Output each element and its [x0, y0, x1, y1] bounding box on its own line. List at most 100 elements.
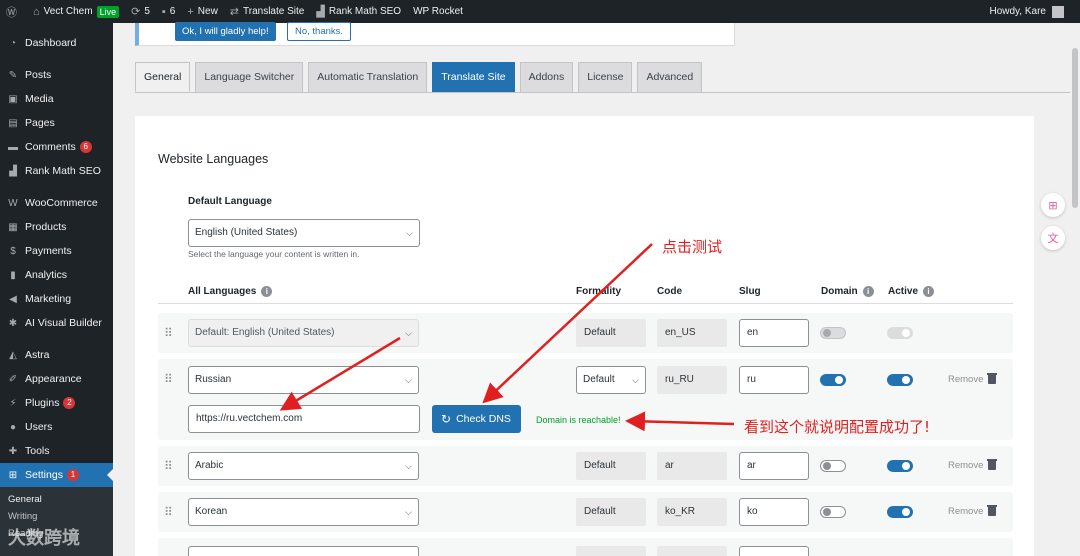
language-select[interactable]: Russian ⌵ [188, 366, 419, 394]
no-thanks-button[interactable]: No, thanks. [287, 22, 352, 41]
tab-translate-site[interactable]: Translate Site [432, 62, 515, 92]
updates-link[interactable]: ⟳ 5 [125, 0, 156, 23]
remove-button[interactable]: Remove [948, 459, 998, 471]
language-select[interactable] [188, 546, 419, 556]
chevron-down-icon: ⌵ [632, 375, 639, 385]
check-dns-button[interactable]: ↻ Check DNS [432, 405, 521, 433]
live-badge: Live [96, 5, 120, 18]
info-icon[interactable]: i [862, 286, 874, 297]
drag-handle-icon[interactable]: ⠿ [164, 459, 173, 473]
trash-icon [987, 459, 998, 470]
tab-language-switcher[interactable]: Language Switcher [195, 62, 304, 92]
all-languages-header: All Languages i [188, 286, 273, 297]
wordpress-logo[interactable]: Ⓦ [0, 0, 27, 23]
submenu-general[interactable]: General [0, 491, 113, 508]
sidebar-item-posts[interactable]: ✎ Posts [0, 63, 113, 87]
domain-toggle[interactable] [820, 460, 846, 472]
chevron-down-icon: ⌵ [405, 507, 412, 517]
sidebar-item-analytics[interactable]: ▮ Analytics [0, 263, 113, 287]
new-content-link[interactable]: + New [181, 0, 223, 23]
code-field: ko_KR [657, 498, 727, 526]
scrollbar[interactable] [1070, 23, 1080, 556]
sidebar-item-appearance[interactable]: ✐ Appearance [0, 367, 113, 391]
active-toggle[interactable] [887, 506, 913, 518]
comments-link[interactable]: ▪ 6 [156, 0, 181, 23]
slug-input[interactable]: ar [739, 452, 809, 480]
success-annotation: 看到这个就说明配置成功了! [744, 418, 931, 436]
sidebar-item-marketing[interactable]: ◀ Marketing [0, 287, 113, 311]
sidebar-item-ai-visual-builder[interactable]: ✱ AI Visual Builder [0, 311, 113, 335]
chevron-down-icon: ⌵ [405, 328, 412, 338]
domain-url-input[interactable]: https://ru.vectchem.com [188, 405, 420, 433]
drag-handle-icon[interactable]: ⠿ [164, 326, 173, 340]
active-toggle[interactable] [887, 374, 913, 386]
trash-icon [987, 373, 998, 384]
slug-input[interactable]: en [739, 319, 809, 347]
tab-automatic-translation[interactable]: Automatic Translation [308, 62, 428, 92]
sidebar-item-products[interactable]: ▦ Products [0, 215, 113, 239]
pin-icon: ✎ [8, 69, 18, 81]
gladly-help-button[interactable]: Ok, I will gladly help! [175, 22, 276, 41]
apps-icon[interactable]: ⊞ [1041, 193, 1065, 217]
drag-handle-icon[interactable]: ⠿ [164, 372, 173, 386]
tab-addons[interactable]: Addons [519, 62, 574, 92]
dollar-icon: $ [10, 245, 16, 257]
sidebar-item-comments[interactable]: ▬ Comments 6 [0, 135, 113, 159]
rank-math-link[interactable]: ▟ Rank Math SEO [310, 0, 407, 23]
info-icon[interactable]: i [923, 286, 935, 297]
domain-toggle[interactable] [820, 506, 846, 518]
dashboard-icon: ◔ [9, 37, 17, 49]
language-select[interactable]: Arabic ⌵ [188, 452, 419, 480]
slug-input[interactable]: ru [739, 366, 809, 394]
box-icon: ▦ [8, 221, 18, 233]
domain-toggle[interactable] [820, 374, 846, 386]
sidebar-item-payments[interactable]: $ Payments [0, 239, 113, 263]
sidebar-item-settings[interactable]: ⊞ Settings 1 [0, 463, 113, 487]
slug-input[interactable]: ko [739, 498, 809, 526]
sidebar-item-users[interactable]: ● Users [0, 415, 113, 439]
settings-tabs: General Language Switcher Automatic Tran… [135, 62, 707, 92]
user-icon: ● [9, 421, 17, 433]
woo-icon: W [8, 197, 18, 209]
code-field: en_US [657, 319, 727, 347]
page-icon: ▤ [8, 117, 18, 129]
translate-site-link[interactable]: ⇄ Translate Site [224, 0, 311, 23]
slug-input[interactable] [739, 546, 809, 556]
brush-icon: ✐ [8, 373, 18, 385]
slug-header: Slug [739, 286, 761, 297]
formality-select[interactable]: Default ⌵ [576, 366, 646, 394]
translate-icon[interactable]: 文 [1041, 226, 1065, 250]
sidebar-item-dashboard[interactable]: ◔ Dashboard [0, 31, 113, 55]
drag-handle-icon[interactable]: ⠿ [164, 505, 173, 519]
sidebar-item-astra[interactable]: ◭ Astra [0, 343, 113, 367]
sidebar-item-plugins[interactable]: ⚡ Plugins 2 [0, 391, 113, 415]
tab-advanced[interactable]: Advanced [637, 62, 703, 92]
remove-button[interactable]: Remove [948, 505, 998, 517]
account-menu[interactable]: Howdy, Kare [989, 5, 1080, 18]
language-select: Default: English (United States) ⌵ [188, 319, 419, 347]
language-select[interactable]: Korean ⌵ [188, 498, 419, 526]
domain-header: Domain i [821, 286, 874, 297]
plus-icon: + [187, 5, 194, 18]
formality-field [576, 546, 646, 556]
main-content: Ok, I will gladly help! No, thanks. Gene… [113, 22, 1070, 556]
code-field: ru_RU [657, 366, 727, 394]
refresh-icon: ↻ [441, 412, 452, 426]
formality-header: Formality [576, 286, 622, 297]
info-icon[interactable]: i [261, 286, 273, 297]
tab-license[interactable]: License [578, 62, 633, 92]
site-name-link[interactable]: ⌂ Vect Chem Live [27, 0, 125, 23]
sidebar-item-rank-math[interactable]: ▟ Rank Math SEO [0, 159, 113, 183]
sidebar-item-pages[interactable]: ▤ Pages [0, 111, 113, 135]
submenu-writing[interactable]: Writing [0, 508, 113, 525]
scroll-thumb[interactable] [1072, 48, 1078, 208]
tab-general[interactable]: General [135, 62, 191, 92]
default-language-select[interactable]: English (United States) ⌵ [188, 219, 420, 247]
wp-rocket-link[interactable]: WP Rocket [407, 0, 469, 23]
sidebar-item-woocommerce[interactable]: W WooCommerce [0, 191, 113, 215]
remove-button[interactable]: Remove [948, 373, 998, 385]
active-toggle[interactable] [887, 460, 913, 472]
sidebar-item-tools[interactable]: ✚ Tools [0, 439, 113, 463]
sidebar-item-media[interactable]: ▣ Media [0, 87, 113, 111]
chevron-down-icon: ⌵ [405, 461, 412, 471]
